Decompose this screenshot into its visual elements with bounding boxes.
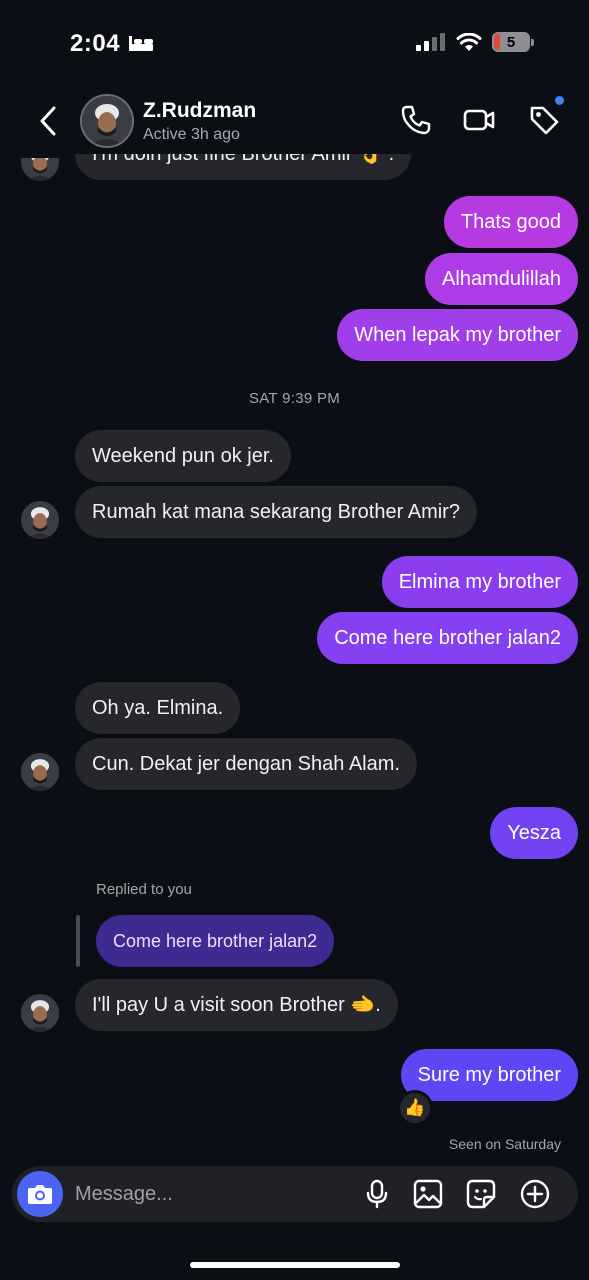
sender-avatar[interactable] bbox=[21, 753, 59, 791]
message-outgoing[interactable]: Alhamdulillah bbox=[425, 253, 578, 305]
battery-nub bbox=[531, 38, 534, 46]
plus-circle-icon[interactable] bbox=[519, 1178, 551, 1210]
tag-icon[interactable] bbox=[528, 104, 560, 136]
thumbs-up-reaction[interactable]: 👍 bbox=[397, 1090, 433, 1126]
avatar-person-icon bbox=[21, 501, 59, 539]
cellular-signal-icon bbox=[416, 33, 445, 51]
seen-status: Seen on Saturday bbox=[448, 1136, 561, 1152]
message-incoming[interactable]: I'll pay U a visit soon Brother 🫲. bbox=[75, 979, 398, 1031]
sleep-mode-icon bbox=[129, 36, 153, 51]
wifi-icon bbox=[456, 32, 482, 51]
message-input[interactable] bbox=[75, 1179, 335, 1209]
avatar-person-icon bbox=[21, 753, 59, 791]
sticker-icon[interactable] bbox=[465, 1178, 497, 1210]
camera-icon bbox=[28, 1185, 52, 1204]
sender-avatar[interactable] bbox=[21, 158, 59, 181]
message-incoming[interactable]: Weekend pun ok jer. bbox=[75, 430, 291, 482]
reply-bar bbox=[76, 915, 80, 967]
message-incoming[interactable]: Rumah kat mana sekarang Brother Amir? bbox=[75, 486, 477, 538]
microphone-icon[interactable] bbox=[361, 1178, 393, 1210]
contact-avatar[interactable] bbox=[80, 94, 134, 148]
battery-level: 5 bbox=[506, 33, 516, 51]
video-camera-icon[interactable] bbox=[463, 104, 495, 136]
battery-icon: 5 bbox=[492, 32, 530, 52]
status-time: 2:04 bbox=[70, 30, 121, 57]
avatar-person-icon bbox=[21, 158, 59, 181]
message-timestamp: SAT 9:39 PM bbox=[248, 390, 341, 407]
message-outgoing[interactable]: Elmina my brother bbox=[381, 556, 578, 608]
message-outgoing[interactable]: Thats good bbox=[443, 196, 578, 248]
message-incoming[interactable]: Cun. Dekat jer dengan Shah Alam. bbox=[75, 738, 417, 790]
status-icons: 5 bbox=[416, 32, 534, 52]
replied-message-quote[interactable]: Come here brother jalan2 bbox=[96, 915, 335, 967]
image-gallery-icon[interactable] bbox=[412, 1178, 444, 1210]
avatar-person-icon bbox=[82, 96, 132, 146]
avatar-person-icon bbox=[21, 994, 59, 1032]
reply-label: Replied to you bbox=[96, 881, 192, 898]
contact-name[interactable]: Z.Rudzman bbox=[143, 99, 256, 123]
home-indicator bbox=[190, 1262, 400, 1268]
sender-avatar[interactable] bbox=[21, 501, 59, 539]
contact-active-status: Active 3h ago bbox=[143, 126, 240, 143]
message-outgoing[interactable]: When lepak my brother bbox=[337, 309, 578, 361]
message-outgoing[interactable]: Sure my brother bbox=[400, 1049, 578, 1101]
message-outgoing[interactable]: Yesza bbox=[490, 807, 578, 859]
sender-avatar[interactable] bbox=[21, 994, 59, 1032]
back-chevron-icon[interactable] bbox=[36, 104, 60, 138]
phone-icon[interactable] bbox=[400, 104, 432, 136]
message-outgoing[interactable]: Come here brother jalan2 bbox=[317, 612, 578, 664]
camera-button[interactable] bbox=[17, 1171, 63, 1217]
notification-dot bbox=[555, 96, 564, 105]
message-incoming[interactable]: Oh ya. Elmina. bbox=[75, 682, 241, 734]
